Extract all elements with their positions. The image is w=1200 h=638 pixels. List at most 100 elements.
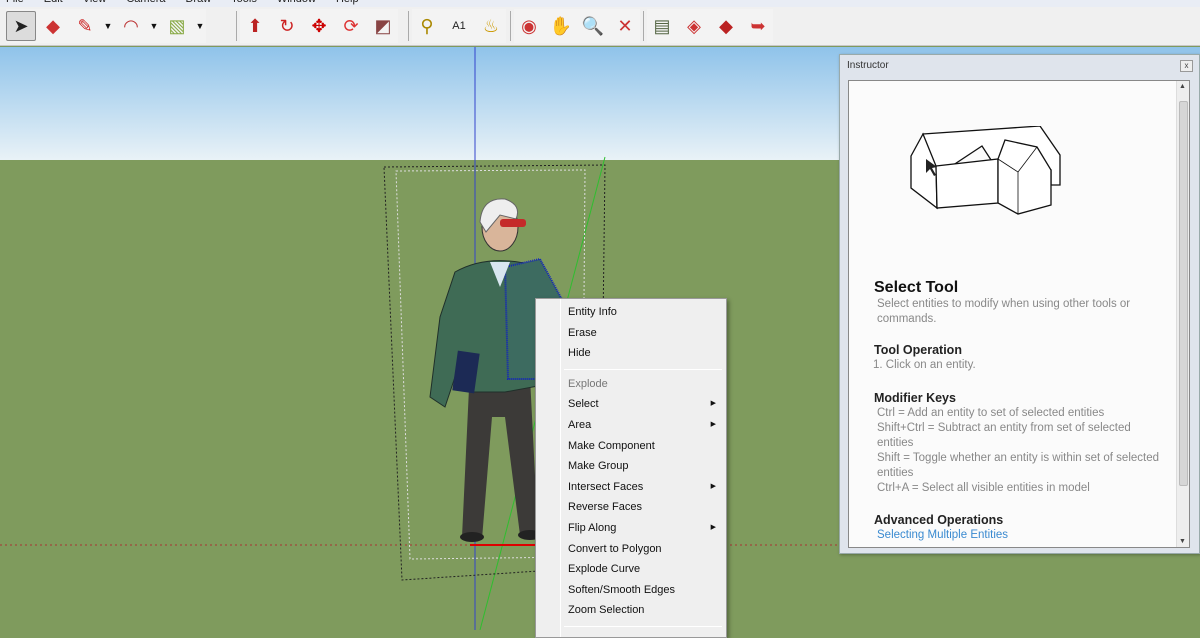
zoom-button[interactable]: 🔍 bbox=[578, 11, 608, 41]
toolbar-group-1: ➤ ◆ ✎ ▼ ◠ ▼ ▧ ▼ bbox=[6, 9, 206, 43]
toolbar-separator bbox=[643, 11, 644, 41]
modifier-ctrl: Ctrl = Add an entity to set of selected … bbox=[877, 407, 1105, 419]
toolbar-group-5: ▤ ◈ ◆ ➥ bbox=[647, 9, 773, 43]
zoom-extents-button[interactable]: ✕ bbox=[610, 11, 640, 41]
menu-edit[interactable]: Edit bbox=[44, 0, 63, 7]
modifier-keys-heading: Modifier Keys bbox=[874, 391, 956, 405]
menu-item-intersect-faces[interactable]: Intersect Faces ▶ bbox=[568, 478, 716, 496]
menu-item-reverse-faces[interactable]: Reverse Faces bbox=[568, 498, 716, 516]
toolbar-group-3: ⚲ A1 ♨ bbox=[412, 9, 506, 43]
push-pull-icon: ⬆ bbox=[247, 15, 263, 36]
paint-bucket-icon: ♨ bbox=[482, 15, 500, 36]
menu-camera[interactable]: Camera bbox=[126, 0, 165, 7]
menu-item-label: Flip Along bbox=[568, 522, 617, 534]
menu-item-flip-along[interactable]: Flip Along ▶ bbox=[568, 519, 716, 537]
context-menu: Entity Info Erase Hide Explode Select ▶ Area ▶ M… bbox=[535, 298, 727, 638]
pan-hand-button[interactable]: ✋ bbox=[546, 11, 576, 41]
pencil-button[interactable]: ✎ bbox=[70, 11, 100, 41]
follow-me-icon: ↻ bbox=[279, 15, 295, 36]
instructor-title: Instructor bbox=[847, 60, 889, 71]
scroll-up-icon[interactable]: ▲ bbox=[1179, 83, 1186, 90]
arc-button[interactable]: ◠ bbox=[116, 11, 146, 41]
instructor-heading: Select Tool bbox=[874, 279, 959, 296]
menu-window[interactable]: Window bbox=[277, 0, 316, 7]
extension-warehouse-button[interactable]: ➥ bbox=[743, 11, 773, 41]
zoom-extents-icon: ✕ bbox=[617, 15, 633, 36]
share-component-button[interactable]: ◆ bbox=[711, 11, 741, 41]
get-models-button[interactable]: ▤ bbox=[647, 11, 677, 41]
submenu-arrow-icon: ▶ bbox=[710, 400, 716, 408]
menu-item-make-component[interactable]: Make Component bbox=[568, 437, 716, 455]
menu-item-hide[interactable]: Hide bbox=[568, 344, 716, 362]
modifier-ctrl-a: Ctrl+A = Select all visible entities in … bbox=[877, 482, 1090, 494]
extension-warehouse-icon: ➥ bbox=[750, 15, 766, 36]
eraser-icon: ◆ bbox=[46, 15, 60, 36]
menu-item-label: Hide bbox=[568, 347, 591, 360]
share-model-icon: ◈ bbox=[687, 15, 701, 36]
toolbar-separator bbox=[510, 11, 511, 41]
instructor-content: Select Tool Select entities to modify wh… bbox=[848, 80, 1190, 548]
menu-item-label: Explode bbox=[568, 377, 608, 390]
submenu-arrow-icon: ▶ bbox=[710, 421, 716, 428]
dropdown-arrow-icon[interactable]: ▼ bbox=[102, 21, 114, 31]
paint-bucket-button[interactable]: ♨ bbox=[476, 11, 506, 41]
menu-help[interactable]: Help bbox=[336, 0, 359, 7]
rectangle-icon: ▧ bbox=[168, 15, 186, 36]
submenu-arrow-icon: ▶ bbox=[710, 482, 716, 490]
menu-view[interactable]: View bbox=[83, 0, 107, 7]
menu-item-make-group[interactable]: Make Group bbox=[568, 457, 716, 475]
menu-item-label: Intersect Faces bbox=[568, 480, 644, 493]
scroll-down-icon[interactable]: ▼ bbox=[1179, 538, 1186, 545]
close-button[interactable]: x bbox=[1180, 60, 1193, 72]
menu-item-label: Soften/Smooth Edges bbox=[568, 583, 676, 596]
rotate-icon: ⟳ bbox=[343, 15, 359, 36]
menu-draw[interactable]: Draw bbox=[185, 0, 211, 7]
menu-item-select[interactable]: Select ▶ bbox=[568, 395, 716, 413]
menu-item-entity-info[interactable]: Entity Info bbox=[568, 303, 716, 321]
menu-separator bbox=[564, 626, 722, 627]
instructor-panel: Instructor x Select Tool Select entities… bbox=[839, 54, 1200, 554]
rectangle-button[interactable]: ▧ bbox=[162, 11, 192, 41]
follow-me-button[interactable]: ↻ bbox=[272, 11, 302, 41]
menu-item-zoom-selection[interactable]: Zoom Selection bbox=[568, 601, 716, 619]
modifier-shift: Shift = Toggle whether an entity is with… bbox=[877, 452, 1160, 479]
toolbar-separator bbox=[236, 11, 237, 41]
rotate-button[interactable]: ⟳ bbox=[336, 11, 366, 41]
menu-item-explode: Explode bbox=[568, 375, 716, 393]
menu-item-label: Zoom Selection bbox=[568, 604, 645, 617]
house-illustration bbox=[910, 126, 1061, 215]
share-model-button[interactable]: ◈ bbox=[679, 11, 709, 41]
menu-item-explode-curve[interactable]: Explode Curve bbox=[568, 560, 716, 578]
dropdown-arrow-icon[interactable]: ▼ bbox=[194, 21, 206, 31]
menu-item-area[interactable]: Area ▶ bbox=[568, 416, 716, 434]
dropdown-arrow-icon[interactable]: ▼ bbox=[148, 21, 160, 31]
modifier-keys-list: Ctrl = Add an entity to set of selected … bbox=[877, 406, 1167, 496]
menu-separator bbox=[564, 368, 722, 370]
pan-hand-icon: ✋ bbox=[549, 15, 573, 36]
scrollbar[interactable]: ▲ ▼ bbox=[1176, 81, 1189, 547]
move-button[interactable]: ✥ bbox=[304, 11, 334, 41]
menu-item-label: Make Component bbox=[568, 439, 655, 452]
selecting-multiple-entities-link[interactable]: Selecting Multiple Entities bbox=[877, 528, 1167, 543]
menu-item-soften-smooth-edges[interactable]: Soften/Smooth Edges bbox=[568, 581, 716, 599]
tape-measure-button[interactable]: ⚲ bbox=[412, 11, 442, 41]
menu-item-convert-to-polygon[interactable]: Convert to Polygon bbox=[568, 540, 716, 558]
menu-tools[interactable]: Tools bbox=[231, 0, 257, 7]
menu-item-label: Erase bbox=[568, 326, 597, 339]
menu-item-label: Reverse Faces bbox=[568, 501, 642, 514]
eraser-button[interactable]: ◆ bbox=[38, 11, 68, 41]
push-pull-button[interactable]: ⬆ bbox=[240, 11, 270, 41]
orbit-button[interactable]: ◉ bbox=[514, 11, 544, 41]
menu-bar: File Edit View Camera Draw Tools Window Help bbox=[0, 0, 1200, 7]
select-arrow-button[interactable]: ➤ bbox=[6, 11, 36, 41]
select-arrow-icon: ➤ bbox=[13, 15, 29, 36]
scrollbar-thumb[interactable] bbox=[1179, 101, 1188, 486]
submenu-arrow-icon: ▶ bbox=[710, 524, 716, 531]
toolbar-group-2: ⬆ ↻ ✥ ⟳ ◩ bbox=[240, 9, 398, 43]
menu-item-label: Select bbox=[568, 398, 599, 411]
offset-button[interactable]: ◩ bbox=[368, 11, 398, 41]
get-models-icon: ▤ bbox=[653, 15, 671, 36]
menu-file[interactable]: File bbox=[6, 0, 24, 7]
text-button[interactable]: A1 bbox=[444, 11, 474, 41]
menu-item-erase[interactable]: Erase bbox=[568, 324, 716, 342]
